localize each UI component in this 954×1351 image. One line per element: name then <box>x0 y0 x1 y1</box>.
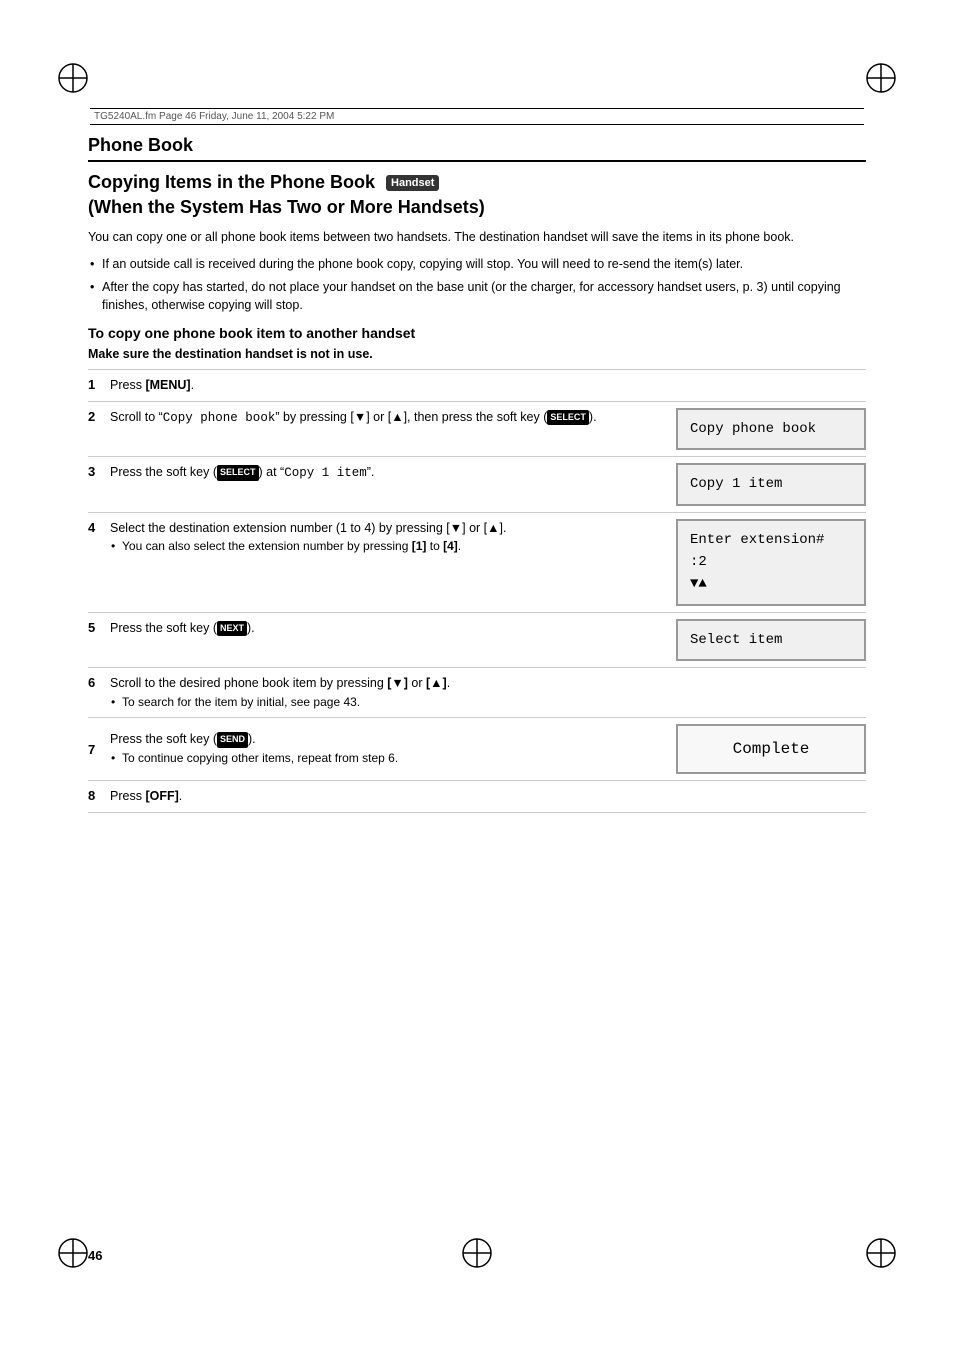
bullet-item-2: After the copy has started, do not place… <box>88 278 866 316</box>
step-row-4: 4 Select the destination extension numbe… <box>88 512 866 612</box>
step-content-1: Press [MENU]. <box>110 376 676 395</box>
key-up: [▲] <box>426 676 447 690</box>
reg-mark-tl <box>55 60 91 96</box>
instr-heading: To copy one phone book item to another h… <box>88 325 866 341</box>
step-row-8: 8 Press [OFF]. <box>88 780 866 813</box>
step-display-7: Complete <box>676 724 866 774</box>
step-row-1: 1 Press [MENU]. <box>88 369 866 401</box>
step-number-3: 3 <box>88 463 110 479</box>
steps-section: 1 Press [MENU]. 2 Scroll to “Copy phone … <box>88 369 866 813</box>
instr-sub-heading: Make sure the destination handset is not… <box>88 347 866 361</box>
lcd-copy-phone-book: Copy phone book <box>676 408 866 450</box>
section-title: Phone Book <box>88 135 866 162</box>
key-menu: [MENU] <box>145 378 190 392</box>
step-content-4: Select the destination extension number … <box>110 519 676 556</box>
step-content-7: Press the soft key (SEND). To continue c… <box>110 730 676 767</box>
page-number: 46 <box>88 1248 102 1263</box>
step-content-3: Press the soft key (SELECT) at “Copy 1 i… <box>110 463 676 483</box>
step-row-5: 5 Press the soft key (NEXT). Select item <box>88 612 866 667</box>
step5-softkey: NEXT <box>217 621 247 637</box>
step7-bullet: To continue copying other items, repeat … <box>110 749 666 767</box>
reg-mark-bl <box>55 1235 91 1271</box>
header-meta-text: TG5240AL.fm Page 46 Friday, June 11, 200… <box>94 111 334 122</box>
step-content-2: Scroll to “Copy phone book” by pressing … <box>110 408 676 428</box>
reg-mark-bm <box>459 1235 495 1271</box>
step-display-2: Copy phone book <box>676 408 866 450</box>
subsection-subtitle: (When the System Has Two or More Handset… <box>88 197 866 218</box>
reg-mark-tr <box>863 60 899 96</box>
step7-softkey: SEND <box>217 732 248 748</box>
key-1to4: [1] <box>412 539 427 553</box>
lcd-select-item: Select item <box>676 619 866 661</box>
reg-mark-br <box>863 1235 899 1271</box>
lcd-enter-extension: Enter extension#:2▼▲ <box>676 519 866 606</box>
step-row-6: 6 Scroll to the desired phone book item … <box>88 667 866 717</box>
header-meta: TG5240AL.fm Page 46 Friday, June 11, 200… <box>90 108 864 125</box>
step-row-2: 2 Scroll to “Copy phone book” by pressin… <box>88 401 866 456</box>
step-display-3: Copy 1 item <box>676 463 866 505</box>
step-number-8: 8 <box>88 787 110 803</box>
step-row-3: 3 Press the soft key (SELECT) at “Copy 1… <box>88 456 866 511</box>
step3-softkey: SELECT <box>217 465 259 481</box>
subsection-title: Copying Items in the Phone Book Handset <box>88 172 866 193</box>
bullet-list: If an outside call is received during th… <box>88 255 866 315</box>
key-off: [OFF] <box>145 789 178 803</box>
step-number-2: 2 <box>88 408 110 424</box>
key-4: [4] <box>443 539 458 553</box>
lcd-complete: Complete <box>676 724 866 774</box>
step-number-5: 5 <box>88 619 110 635</box>
content-area: Phone Book Copying Items in the Phone Bo… <box>88 135 866 1231</box>
intro-paragraph: You can copy one or all phone book items… <box>88 228 866 247</box>
step4-bullet: You can also select the extension number… <box>110 537 666 555</box>
step-number-6: 6 <box>88 674 110 690</box>
lcd-copy-1-item: Copy 1 item <box>676 463 866 505</box>
handset-badge: Handset <box>386 175 439 191</box>
step-display-5: Select item <box>676 619 866 661</box>
step-number-7: 7 <box>88 741 110 757</box>
step2-softkey: SELECT <box>547 410 589 426</box>
step-number-1: 1 <box>88 376 110 392</box>
step2-mono: Copy phone book <box>163 411 276 425</box>
step-number-4: 4 <box>88 519 110 535</box>
page-container: TG5240AL.fm Page 46 Friday, June 11, 200… <box>0 0 954 1351</box>
step-display-4: Enter extension#:2▼▲ <box>676 519 866 606</box>
key-down: [▼] <box>387 676 408 690</box>
step-content-5: Press the soft key (NEXT). <box>110 619 676 638</box>
step-content-6: Scroll to the desired phone book item by… <box>110 674 676 711</box>
subsection-title-text: Copying Items in the Phone Book <box>88 172 375 192</box>
step-content-8: Press [OFF]. <box>110 787 676 806</box>
step6-bullet: To search for the item by initial, see p… <box>110 693 666 711</box>
step3-mono: Copy 1 item <box>284 466 367 480</box>
step-row-7: 7 Press the soft key (SEND). To continue… <box>88 717 866 780</box>
bullet-item-1: If an outside call is received during th… <box>88 255 866 274</box>
